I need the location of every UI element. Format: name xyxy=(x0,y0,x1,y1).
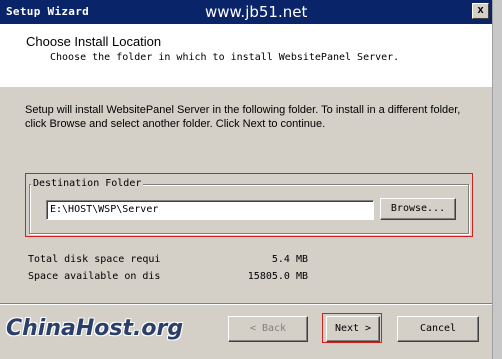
page-title: Choose Install Location xyxy=(26,34,162,49)
destination-group-label: Destination Folder xyxy=(31,178,144,189)
space-required-value: 5.4 MB xyxy=(271,254,308,265)
title-bar: Setup Wizard www.jb51.net x xyxy=(0,0,502,24)
site-watermark: www.jb51.net xyxy=(205,3,308,21)
brand-watermark: ChinaHost.org xyxy=(6,316,184,341)
page-subtitle: Choose the folder in which to install We… xyxy=(50,52,400,63)
space-required-label: Total disk space requi xyxy=(28,254,161,265)
setup-wizard-window: Setup Wizard www.jb51.net x Choose Insta… xyxy=(0,0,502,359)
browse-button[interactable]: Browse... xyxy=(380,198,456,220)
wizard-header: Choose Install Location Choose the folde… xyxy=(0,24,492,87)
space-available-label: Space available on dis xyxy=(28,271,161,282)
footer-divider-highlight xyxy=(0,304,492,305)
space-available-value: 15805.0 MB xyxy=(247,271,308,282)
background-window-strip xyxy=(492,0,502,359)
window-title: Setup Wizard xyxy=(6,5,90,18)
intro-text: Setup will install WebsitePanel Server i… xyxy=(25,104,461,130)
cancel-button[interactable]: Cancel xyxy=(397,316,479,342)
back-button[interactable]: < Back xyxy=(228,316,308,342)
destination-path-input[interactable]: E:\HOST\WSP\Server xyxy=(46,200,374,220)
close-icon[interactable]: x xyxy=(472,3,489,19)
header-divider xyxy=(0,86,492,87)
next-button[interactable]: Next > xyxy=(326,316,380,342)
